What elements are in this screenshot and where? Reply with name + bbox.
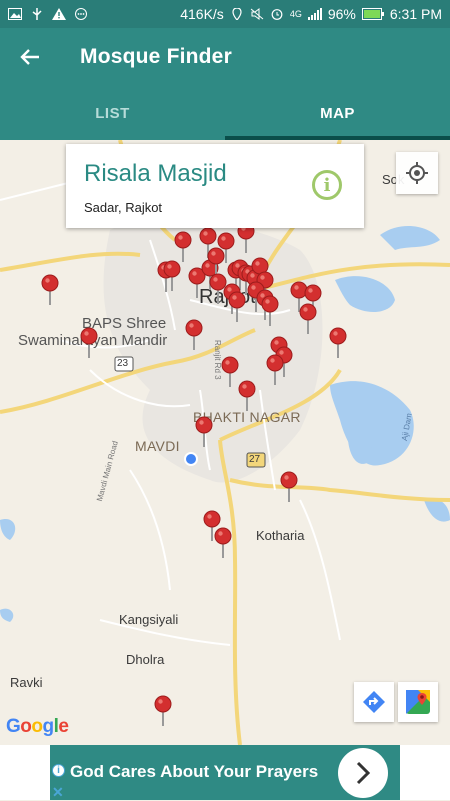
chevron-right-icon [356,761,371,785]
page-title: Mosque Finder [80,45,232,68]
my-location-icon [406,162,428,184]
mosque-pin[interactable] [266,354,284,386]
mosque-address: Sadar, Rajkot [84,200,163,215]
ad-text: God Cares About Your Prayers [70,762,319,781]
status-bar: 416K/s 4G 96% 6:31 PM [0,0,450,28]
clock: 6:31 PM [389,6,442,22]
tab-list[interactable]: LIST [0,86,225,140]
map-label-kangsiyali: Kangsiyali [119,612,179,627]
directions-button[interactable] [354,682,394,722]
map-base [0,140,450,745]
mosque-name: Risala Masjid [84,160,227,187]
my-location-button[interactable] [396,152,438,194]
battery-percent: 96% [327,6,356,22]
tab-bar: LIST MAP [0,86,450,140]
map-label-hwy-27: 27 [249,454,261,465]
mosque-pin[interactable] [261,295,279,327]
map-label-hwy-23: 23 [117,358,129,369]
ad-info-icon[interactable]: i [52,764,65,777]
mosque-pin[interactable] [80,327,98,359]
ad-banner[interactable]: God Cares About Your Prayers [50,745,400,800]
image-icon [8,8,22,20]
directions-icon [363,691,385,713]
app-bar: Mosque Finder [0,28,450,86]
mosque-pin[interactable] [280,471,298,503]
ad-banner-area: God Cares About Your Prayers [0,745,450,800]
mosque-pin[interactable] [174,231,192,263]
tab-map[interactable]: MAP [225,86,450,140]
mosque-pin[interactable] [185,319,203,351]
alarm-icon [271,9,283,20]
map-label-ravki: Ravki [10,675,43,690]
network-type: 4G [289,9,302,19]
mosque-pin[interactable] [228,291,246,323]
info-icon[interactable]: i [312,170,342,200]
ad-go-button[interactable] [338,748,388,798]
mosque-pin[interactable] [41,274,59,306]
mosque-pin[interactable] [214,527,232,559]
usb-icon [32,8,42,20]
ad-close-button[interactable]: ✕ [52,784,64,801]
mosque-pin[interactable] [238,380,256,412]
mosque-pin[interactable] [195,416,213,448]
battery-icon [361,8,384,20]
mosque-pin[interactable] [154,695,172,727]
back-button[interactable] [0,28,60,86]
signal-icon [307,8,322,20]
arrow-back-icon [20,49,39,65]
location-icon [232,8,242,20]
map-label-dholra: Dholra [126,652,165,667]
mosque-pin[interactable] [329,327,347,359]
mosque-pin[interactable] [221,356,239,388]
map-label-mavdi: MAVDI [135,438,180,454]
mute-icon [250,8,264,20]
network-speed: 416K/s [180,6,224,22]
open-google-maps-button[interactable] [398,682,438,722]
mosque-pin[interactable] [163,260,181,292]
warning-icon [52,8,66,20]
mosque-pin[interactable] [299,303,317,335]
google-attribution: Google [6,716,69,737]
map-label-kotharia: Kotharia [256,528,305,543]
mosque-info-card[interactable]: Risala Masjid Sadar, Rajkot i [66,144,364,228]
message-icon [75,8,87,20]
google-maps-icon [406,690,430,714]
map-view[interactable]: Rajkot BAPS Shree Swaminarayan Mandir BH… [0,140,450,745]
